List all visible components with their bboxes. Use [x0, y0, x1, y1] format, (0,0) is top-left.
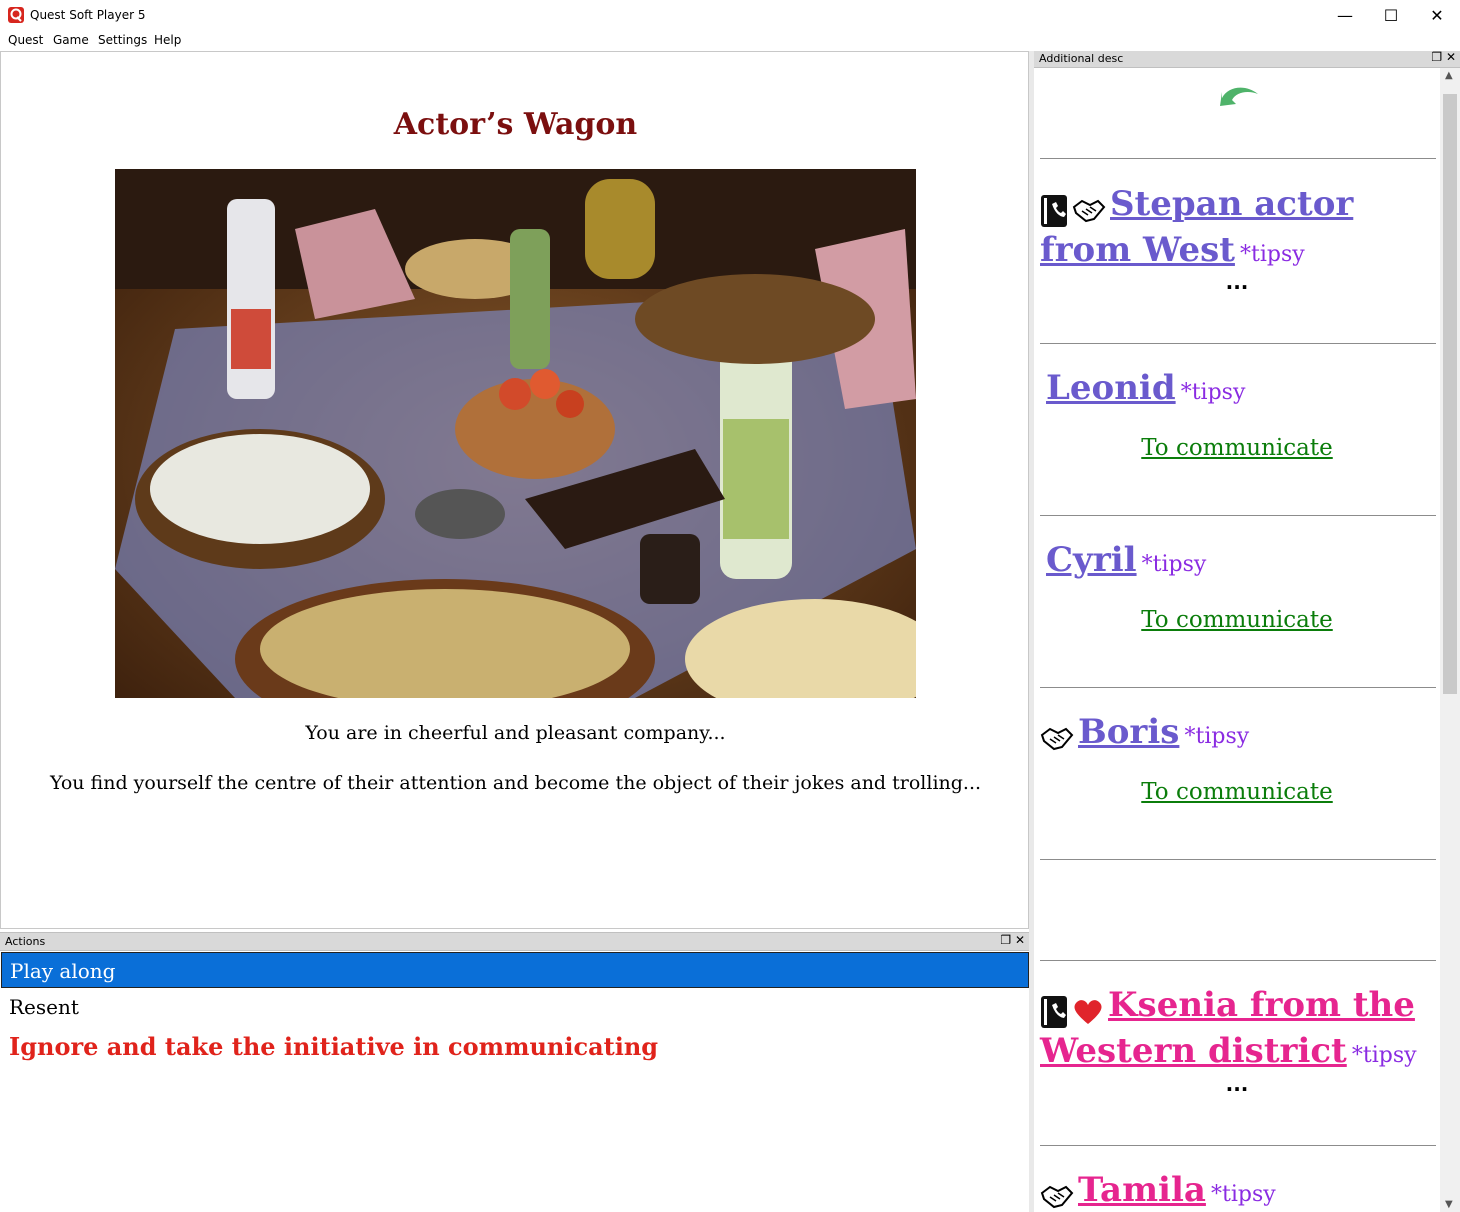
- npc-ksenia-name-2[interactable]: Western district: [1040, 1031, 1347, 1071]
- side-panel-title: Additional desc: [1039, 52, 1124, 65]
- maximize-icon: ☐: [1383, 6, 1399, 25]
- restore-icon[interactable]: ❐: [1431, 50, 1442, 64]
- npc-ksenia-name-1[interactable]: Ksenia from the: [1108, 985, 1415, 1025]
- npc-leonid-name[interactable]: Leonid: [1046, 368, 1176, 408]
- close-icon: ✕: [1430, 6, 1444, 25]
- maximize-button[interactable]: ☐: [1368, 0, 1414, 31]
- back-arrow-icon[interactable]: [1218, 84, 1260, 108]
- action-ignore[interactable]: Ignore and take the initiative in commun…: [1, 1029, 1029, 1065]
- app-logo-icon: [8, 7, 24, 23]
- separator: [1040, 960, 1436, 961]
- npc-ksenia-status: *tipsy: [1351, 1043, 1417, 1068]
- handshake-icon: [1040, 727, 1074, 750]
- separator: [1040, 515, 1436, 516]
- npc-leonid: Leonid *tipsy: [1046, 368, 1440, 414]
- handshake-icon: [1040, 1185, 1074, 1208]
- npc-ksenia: Ksenia from the Western district *tipsy: [1040, 985, 1434, 1077]
- menu-game[interactable]: Game: [53, 33, 89, 47]
- npc-stepan-status: *tipsy: [1240, 242, 1305, 267]
- npc-leonid-status: *tipsy: [1180, 380, 1246, 405]
- close-button[interactable]: ✕: [1414, 0, 1460, 31]
- actions-panel-header: Actions ❐ ✕: [0, 932, 1029, 951]
- scene-image: [115, 169, 916, 698]
- window-title: Quest Soft Player 5: [30, 8, 146, 22]
- separator: [1040, 687, 1436, 688]
- restore-icon[interactable]: ❐: [1000, 933, 1011, 947]
- npc-stepan-more: ...: [1225, 270, 1249, 294]
- npc-stepan-name-1[interactable]: Stepan actor: [1110, 184, 1353, 224]
- npc-tamila: Tamila *tipsy: [1040, 1170, 1434, 1212]
- npc-boris-status: *tipsy: [1184, 724, 1250, 749]
- npc-ksenia-more: ...: [1225, 1072, 1249, 1096]
- close-icon[interactable]: ✕: [1015, 933, 1025, 947]
- actions-panel-controls: ❐ ✕: [1000, 933, 1025, 947]
- menu-bar: Quest Game Settings Help: [0, 31, 1460, 51]
- phone-book-icon: [1041, 995, 1067, 1028]
- location-title: Actor’s Wagon: [393, 107, 638, 142]
- minimize-icon: —: [1337, 6, 1353, 25]
- side-panel-header: Additional desc ❐ ✕: [1034, 50, 1460, 68]
- npc-cyril-communicate-link[interactable]: To communicate: [1034, 607, 1440, 633]
- separator: [1040, 343, 1436, 344]
- separator: [1040, 158, 1436, 159]
- npc-cyril-status: *tipsy: [1141, 552, 1207, 577]
- actions-panel-title: Actions: [5, 935, 46, 948]
- heart-icon: [1074, 999, 1102, 1024]
- npc-boris-name[interactable]: Boris: [1078, 712, 1179, 752]
- handshake-icon: [1072, 199, 1106, 222]
- separator: [1040, 859, 1436, 860]
- npc-boris-communicate-link[interactable]: To communicate: [1034, 779, 1440, 805]
- minimize-button[interactable]: —: [1322, 0, 1368, 31]
- menu-quest[interactable]: Quest: [8, 33, 43, 47]
- side-panel-controls: ❐ ✕: [1431, 50, 1456, 64]
- npc-boris: Boris *tipsy: [1040, 712, 1434, 758]
- phone-book-icon: [1041, 194, 1067, 227]
- npc-stepan: Stepan actor from West *tipsy: [1040, 184, 1434, 276]
- npc-cyril-name[interactable]: Cyril: [1046, 540, 1137, 580]
- actions-list: Play along Resent Ignore and take the in…: [0, 951, 1029, 1212]
- scroll-up-icon[interactable]: ▲: [1445, 70, 1453, 81]
- action-play-along[interactable]: Play along: [1, 952, 1029, 988]
- npc-tamila-name[interactable]: Tamila: [1078, 1170, 1206, 1210]
- main-description-pane: Actor’s Wagon You are in cheerful and pl…: [0, 51, 1029, 929]
- action-resent[interactable]: Resent: [1, 989, 1029, 1025]
- window-titlebar: Quest Soft Player 5 — ☐ ✕: [0, 0, 1460, 32]
- menu-settings[interactable]: Settings: [98, 33, 147, 47]
- npc-cyril: Cyril *tipsy: [1046, 540, 1440, 586]
- scroll-down-icon[interactable]: ▼: [1445, 1199, 1453, 1210]
- side-panel-scrollbar[interactable]: ▲ ▼: [1440, 68, 1460, 1212]
- npc-tamila-status: *tipsy: [1211, 1182, 1276, 1207]
- description-line-1: You are in cheerful and pleasant company…: [305, 722, 726, 744]
- side-description-pane: Stepan actor from West *tipsy ... Leonid…: [1034, 68, 1440, 1212]
- npc-leonid-communicate-link[interactable]: To communicate: [1034, 435, 1440, 461]
- scroll-thumb[interactable]: [1443, 94, 1457, 694]
- separator: [1040, 1145, 1436, 1146]
- description-line-2: You find yourself the centre of their at…: [49, 772, 982, 794]
- menu-help[interactable]: Help: [154, 33, 181, 47]
- close-icon[interactable]: ✕: [1446, 50, 1456, 64]
- npc-stepan-name-2[interactable]: from West: [1040, 230, 1235, 270]
